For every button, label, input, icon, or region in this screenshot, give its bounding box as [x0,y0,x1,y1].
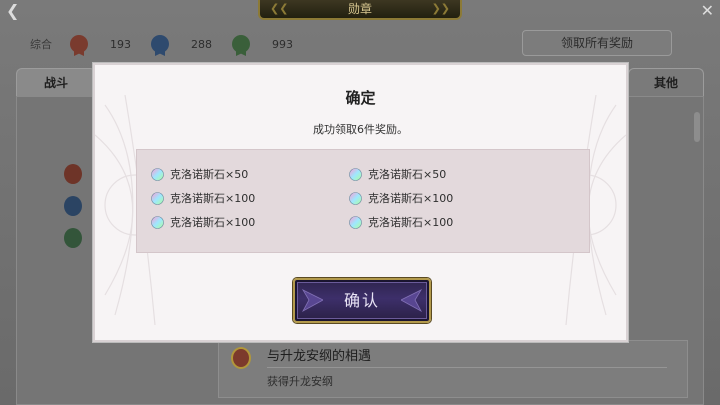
stat-value: 993 [272,37,293,51]
stat-value: 288 [191,37,212,51]
reward-label: 克洛诺斯石×100 [368,192,454,205]
reward-label: 克洛诺斯石×100 [170,216,256,229]
blue-medal-icon [151,35,169,53]
red-medal-icon [70,35,88,53]
reward-list: 克洛诺斯石×50 克洛诺斯石×50 克洛诺斯石×100 克洛诺斯石×100 克洛… [136,149,590,253]
reward-item: 克洛诺斯石×50 [349,166,446,182]
reward-label: 克洛诺斯石×100 [170,192,256,205]
chronos-stone-icon [151,191,164,205]
reward-item: 克洛诺斯石×100 [349,190,453,206]
tab-battle[interactable]: 战斗 [16,68,96,96]
reward-item: 克洛诺斯石×100 [349,214,453,230]
back-button[interactable]: ❮ [6,2,32,20]
chronos-stone-icon [151,167,164,181]
dialog-message: 成功领取6件奖励。 [313,123,408,136]
stat-green: 993 [232,35,293,53]
confirm-label: 确认 [343,291,380,310]
wing-left-icon [301,289,323,313]
header-title-bar: ❮❮ 勋章 ❯❯ [258,0,462,20]
stat-value: 193 [110,37,131,51]
tab-other[interactable]: 其他 [628,68,704,96]
list-item-subtitle: 获得升龙安纲 [267,375,333,388]
page-title: 勋章 [347,2,372,16]
red-medal-icon [64,164,82,184]
list-item-title: 与升龙安纲的相遇 [267,349,372,364]
green-medal-icon [232,35,250,53]
reward-dialog: 确定 成功领取6件奖励。 克洛诺斯石×50 克洛诺斯石×50 克洛诺斯石×100 [93,63,628,342]
reward-item: 克洛诺斯石×50 [151,166,248,182]
reward-label: 克洛诺斯石×50 [170,168,249,181]
close-icon: ✕ [700,1,714,20]
chronos-stone-icon [151,215,164,229]
chevron-left-icon: ❮ [6,1,20,20]
reward-label: 克洛诺斯石×100 [368,216,454,229]
divider [267,367,667,368]
stat-red: 193 [70,35,131,53]
green-medal-icon [64,228,82,248]
chronos-stone-icon [349,167,362,181]
blue-medal-icon [64,196,82,216]
confirm-button[interactable]: 确认 [293,278,431,323]
medal-stats-bar: 综合 193 288 993 [30,32,380,56]
red-medal-icon [231,347,251,369]
chronos-stone-icon [349,215,362,229]
scrollbar[interactable] [694,112,700,142]
stats-label: 综合 [30,38,52,51]
claim-all-button[interactable]: 领取所有奖励 [522,30,672,56]
wing-right-icon [401,289,423,313]
dialog-title: 确定 [345,89,376,107]
chronos-stone-icon [349,191,362,205]
list-item[interactable]: 与升龙安纲的相遇 获得升龙安纲 [218,340,688,398]
reward-item: 克洛诺斯石×100 [151,190,255,206]
header-deco-left-icon: ❮❮ [270,2,289,15]
close-button[interactable]: ✕ [688,2,714,20]
stat-blue: 288 [151,35,212,53]
reward-label: 克洛诺斯石×50 [368,168,447,181]
reward-item: 克洛诺斯石×100 [151,214,255,230]
header-deco-right-icon: ❯❯ [431,2,450,15]
